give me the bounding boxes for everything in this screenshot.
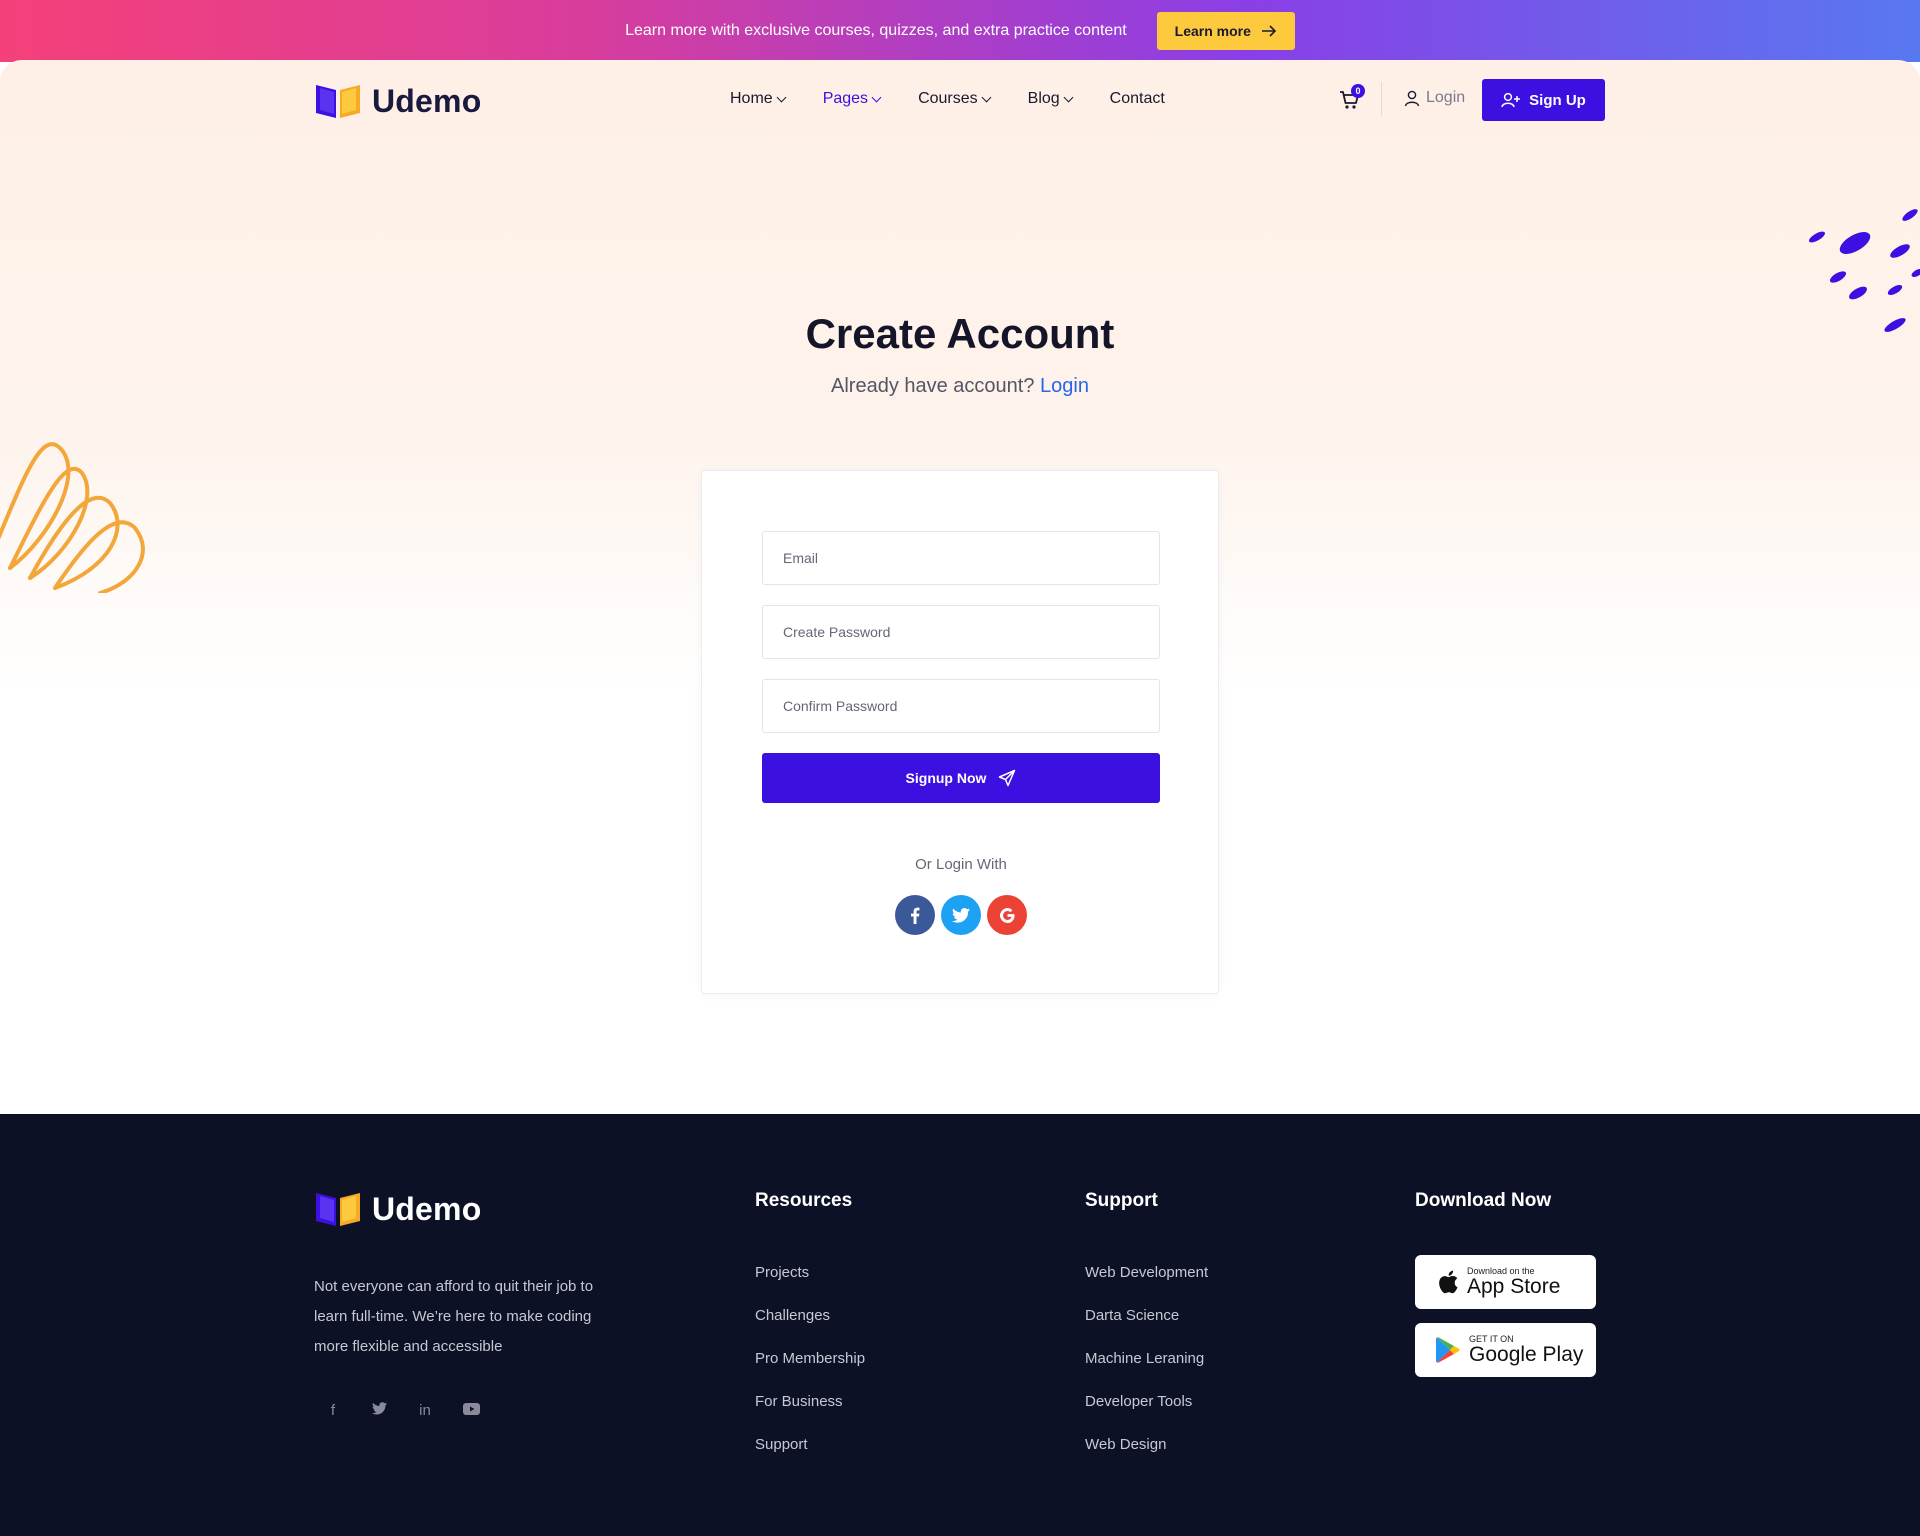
chevron-down-icon [981,92,992,102]
footer-logo[interactable]: Udemo [314,1190,481,1228]
signup-card: Signup Now Or Login With [701,470,1219,994]
login-link[interactable]: Login [1040,375,1089,397]
arrow-right-icon [1261,25,1277,37]
facebook-icon[interactable]: f [324,1402,342,1419]
google-icon [999,907,1015,923]
chevron-down-icon [776,92,787,102]
subtitle-text: Already have account? [831,375,1035,397]
footer-logo-text: Udemo [372,1190,482,1227]
learn-more-button[interactable]: Learn more [1156,12,1295,50]
twitter-icon[interactable] [370,1402,388,1419]
footer-col-title: Resources [755,1190,853,1211]
confirm-password-field[interactable] [762,679,1160,733]
nav-item-courses[interactable]: Courses [918,90,992,108]
footer-link[interactable]: Pro Membership [755,1350,865,1393]
footer-col-title: Download Now [1415,1190,1552,1211]
site-footer: Udemo Not everyone can afford to quit th… [0,1114,1920,1536]
logo[interactable]: Udemo [314,82,481,120]
twitter-login-button[interactable] [941,895,981,935]
sign-up-label: Sign Up [1529,91,1586,109]
create-password-field[interactable] [762,605,1160,659]
nav-label: Blog [1027,90,1060,107]
nav-item-contact[interactable]: Contact [1110,90,1165,108]
nav-label: Contact [1109,90,1165,107]
header-divider [1381,82,1382,116]
send-icon [999,769,1016,787]
nav-label: Courses [918,90,978,107]
google-login-button[interactable] [987,895,1027,935]
book-logo-icon [316,1193,360,1226]
nav-label: Home [730,90,773,107]
footer-col-title: Support [1085,1190,1158,1211]
google-play-big: Google Play [1469,1343,1584,1366]
nav-label: Pages [822,90,869,107]
footer-col-download: Download Now [1415,1190,1551,1264]
footer-col-support: Support Web Development Darta Science Ma… [1085,1190,1208,1479]
google-play-text: GET IT ON Google Play [1469,1334,1583,1366]
nav-item-pages[interactable]: Pages [822,90,882,108]
nav-item-blog[interactable]: Blog [1027,90,1074,108]
footer-link[interactable]: For Business [755,1393,865,1436]
footer-link[interactable]: Darta Science [1085,1307,1208,1350]
page-title: Create Account [805,310,1115,357]
footer-link[interactable]: Machine Leraning [1085,1350,1208,1393]
promo-text: Learn more with exclusive courses, quizz… [625,22,1127,39]
page-subtitle: Already have account? Login [0,375,1920,398]
footer-col-resources: Resources Projects Challenges Pro Member… [755,1190,865,1479]
facebook-login-button[interactable] [895,895,935,935]
chevron-down-icon [1063,92,1074,102]
footer-link[interactable]: Support [755,1436,865,1479]
signup-now-label: Signup Now [905,770,987,786]
book-logo-icon [316,85,360,118]
footer-link[interactable]: Challenges [755,1307,865,1350]
facebook-icon [911,907,920,924]
user-plus-icon [1501,92,1521,108]
decorative-scribble [0,442,145,593]
footer-link[interactable]: Developer Tools [1085,1393,1208,1436]
main-nav: Home Pages Courses Blog Contact [730,90,1165,108]
learn-more-label: Learn more [1174,23,1251,39]
chevron-down-icon [871,92,882,102]
social-login-group [895,895,1027,935]
logo-text: Udemo [372,82,482,119]
or-login-with-text: Or Login With [915,856,1007,873]
google-play-button[interactable]: GET IT ON Google Play [1415,1323,1596,1377]
site-header: Udemo Home Pages Courses Blog Contact [0,60,1920,140]
apple-icon [1439,1270,1458,1294]
twitter-icon [952,907,970,923]
app-store-big: App Store [1467,1275,1561,1298]
app-store-button[interactable]: Download on the App Store [1415,1255,1596,1309]
footer-link[interactable]: Projects [755,1264,865,1307]
nav-item-home[interactable]: Home [730,90,787,108]
footer-description: Not everyone can afford to quit their jo… [314,1278,594,1355]
app-store-text: Download on the App Store [1467,1266,1560,1298]
cart-count-badge: 0 [1351,84,1365,98]
promo-banner: Learn more with exclusive courses, quizz… [0,0,1920,62]
header-login-link[interactable]: Login [1404,89,1465,107]
sign-up-button[interactable]: Sign Up [1482,79,1605,121]
user-icon [1404,90,1420,106]
footer-link[interactable]: Web Development [1085,1264,1208,1307]
youtube-icon[interactable] [462,1402,480,1419]
email-field[interactable] [762,531,1160,585]
linkedin-icon[interactable]: in [416,1402,434,1419]
footer-link[interactable]: Web Design [1085,1436,1208,1479]
login-label: Login [1426,89,1466,106]
signup-now-button[interactable]: Signup Now [762,753,1160,803]
footer-social-links: f in [324,1402,480,1419]
google-play-icon [1436,1337,1460,1363]
